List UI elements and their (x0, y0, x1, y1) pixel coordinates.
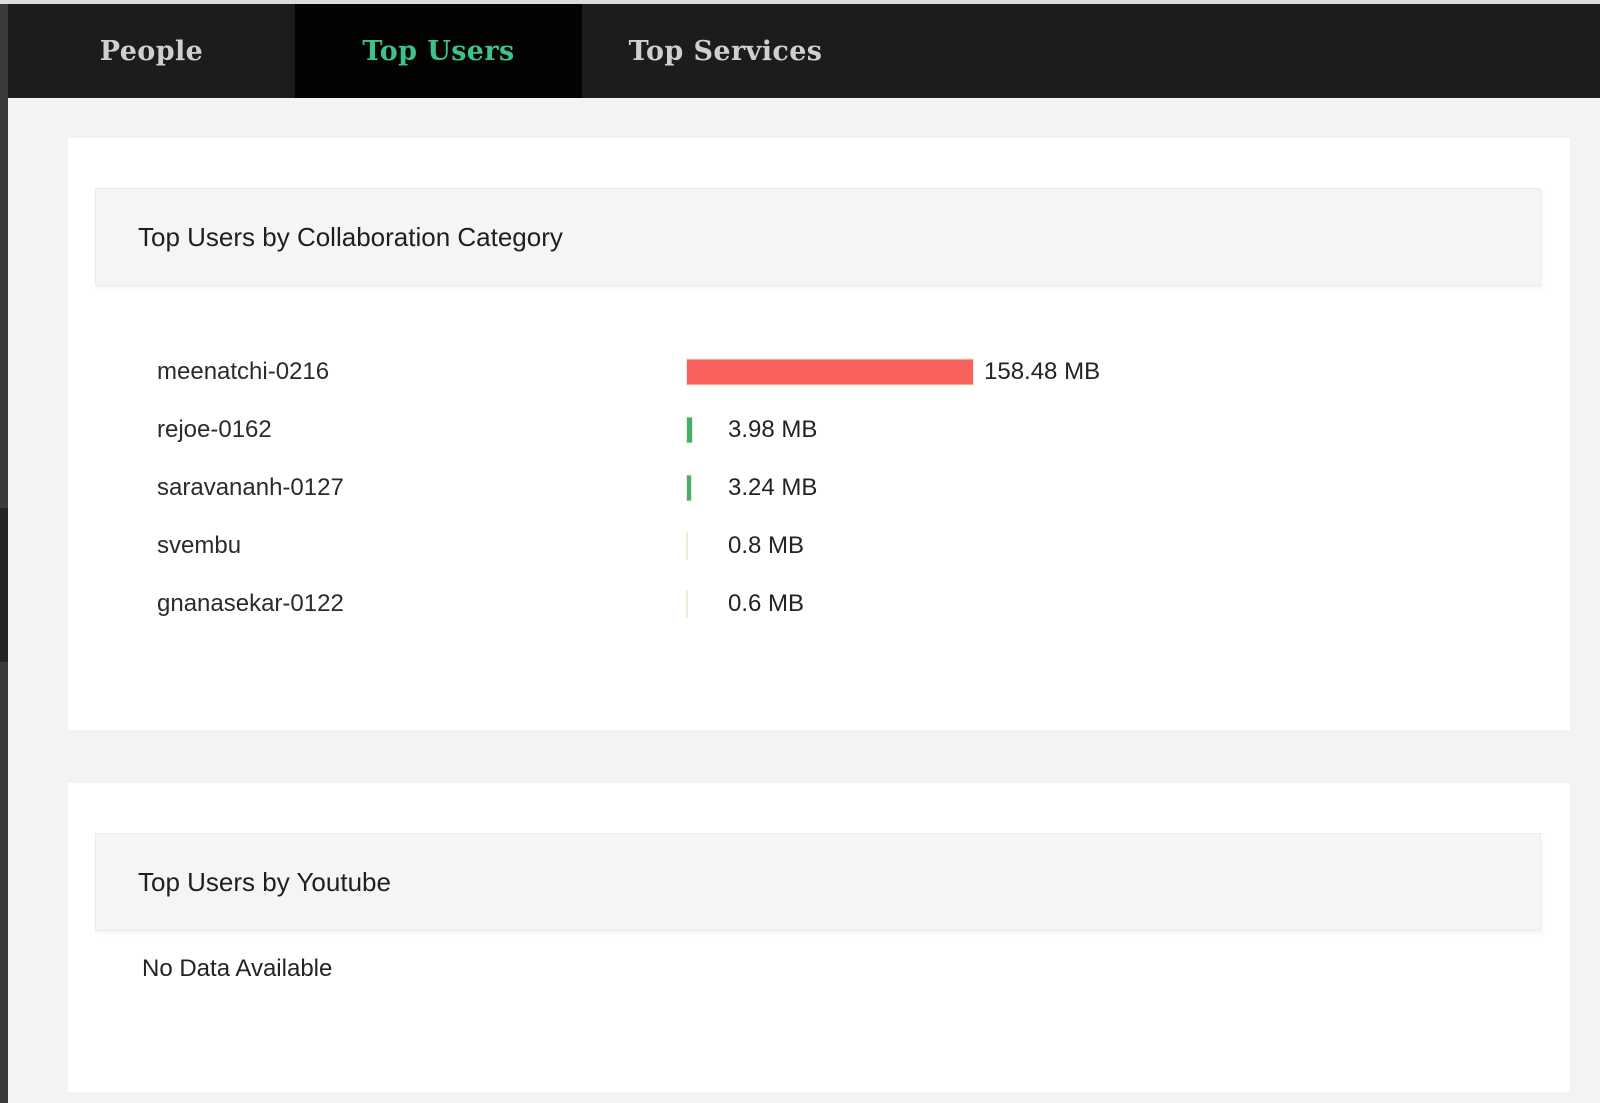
chart-bar[interactable] (686, 475, 692, 502)
no-data-message: No Data Available (142, 955, 332, 983)
chart-bar[interactable] (686, 359, 974, 386)
chart-bar[interactable] (686, 591, 688, 618)
chart-row-category-label: gnanasekar-0122 (157, 590, 344, 618)
tab-people[interactable]: People (8, 4, 295, 98)
chart-bar-value-label: 3.24 MB (728, 474, 817, 502)
tab-label: Top Users (362, 36, 514, 67)
chart-row: svembu 0.8 MB (68, 517, 1570, 575)
window-top-edge (0, 0, 1600, 4)
chart-row-category-label: rejoe-0162 (157, 416, 272, 444)
chart-row-category-label: svembu (157, 532, 241, 560)
card-header: Top Users by Collaboration Category (95, 188, 1541, 286)
bar-chart: meenatchi-0216 158.48 MB rejoe-0162 3.98… (68, 343, 1570, 643)
chart-row-category-label: meenatchi-0216 (157, 358, 329, 386)
tab-top-services[interactable]: Top Services (582, 4, 869, 98)
chart-bar-value-label: 0.6 MB (728, 590, 804, 618)
card-header: Top Users by Youtube (95, 833, 1541, 931)
chart-row: gnanasekar-0122 0.6 MB (68, 575, 1570, 633)
card-top-users-by-youtube: Top Users by Youtube No Data Available (68, 783, 1570, 1092)
left-panel-edge (0, 4, 8, 1103)
tab-label: People (100, 36, 203, 67)
tab-bar: People Top Users Top Services (8, 4, 1600, 98)
chart-bar[interactable] (686, 533, 688, 560)
chart-bar[interactable] (686, 417, 693, 444)
card-title: Top Users by Youtube (138, 867, 391, 898)
chart-row-category-label: saravananh-0127 (157, 474, 344, 502)
tab-label: Top Services (629, 36, 823, 67)
tab-top-users[interactable]: Top Users (295, 4, 582, 98)
chart-bar-value-label: 158.48 MB (984, 358, 1100, 386)
chart-row: rejoe-0162 3.98 MB (68, 401, 1570, 459)
chart-row: meenatchi-0216 158.48 MB (68, 343, 1570, 401)
card-top-users-by-collaboration-category: Top Users by Collaboration Category meen… (68, 138, 1570, 730)
chart-row: saravananh-0127 3.24 MB (68, 459, 1570, 517)
chart-bar-value-label: 0.8 MB (728, 532, 804, 560)
card-title: Top Users by Collaboration Category (138, 222, 563, 253)
chart-bar-value-label: 3.98 MB (728, 416, 817, 444)
left-panel-scrollbar-thumb[interactable] (0, 508, 8, 662)
